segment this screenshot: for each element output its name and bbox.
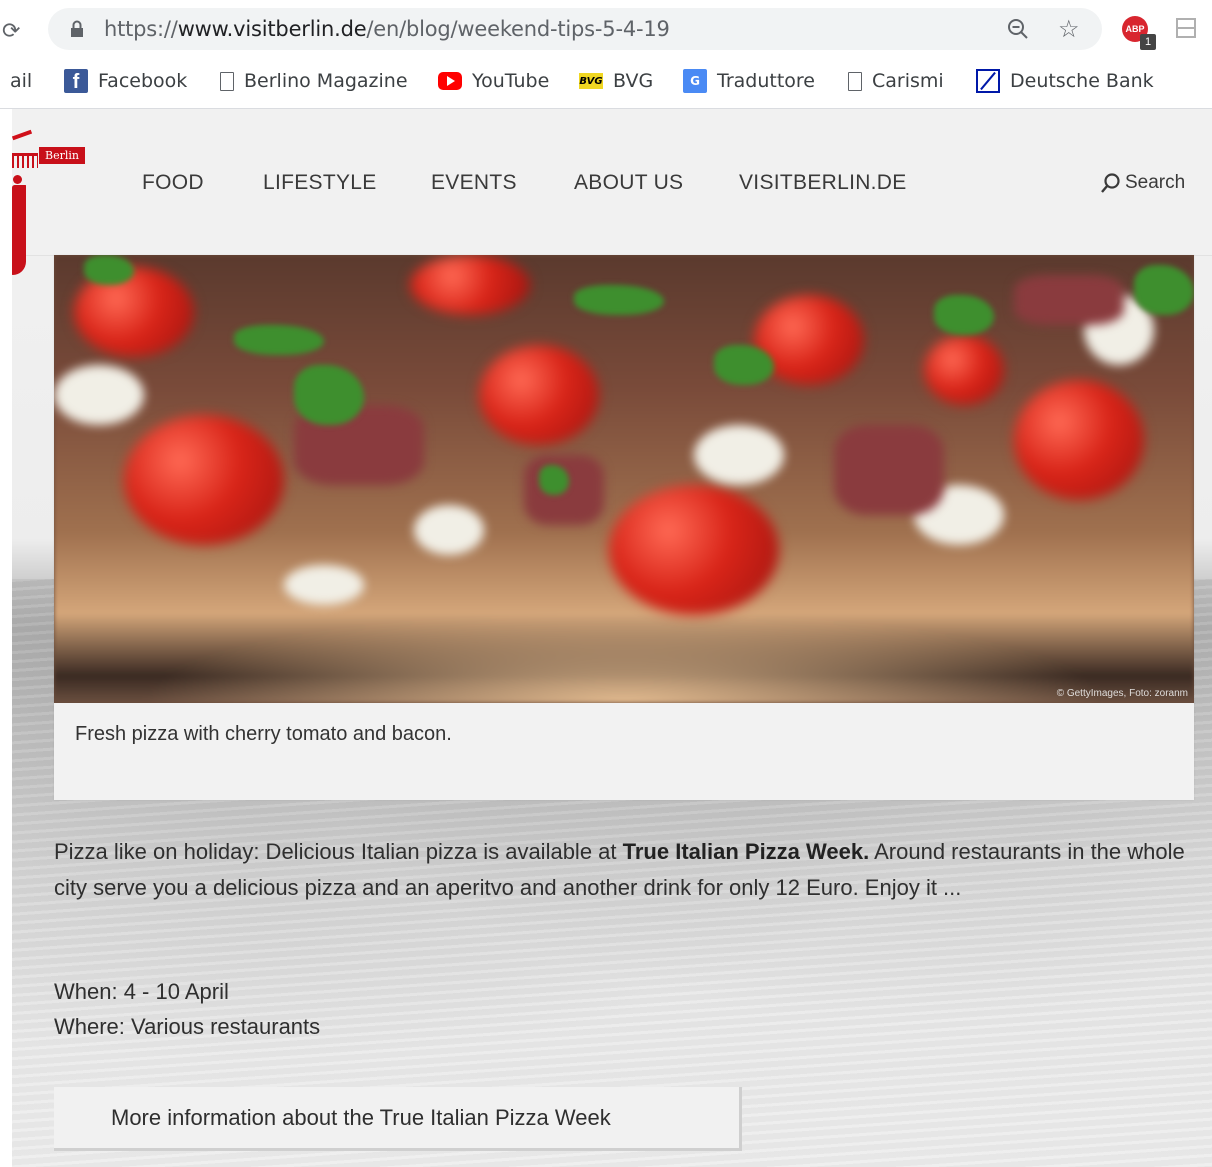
- page-content: Berlin FOOD LIFESTYLE EVENTS ABOUT US VI…: [12, 109, 1212, 1167]
- image-credit: © GettyImages, Foto: zoranm: [1056, 688, 1188, 699]
- event-where: Where: Various restaurants: [54, 1014, 321, 1039]
- url-host: www.visitberlin.de: [177, 17, 367, 41]
- more-info-button[interactable]: More information about the True Italian …: [54, 1087, 742, 1151]
- extension-icon[interactable]: [1176, 18, 1196, 38]
- adblock-count-badge: 1: [1140, 34, 1156, 50]
- bvg-icon: BVG: [579, 73, 603, 89]
- nav-events[interactable]: EVENTS: [431, 171, 517, 195]
- bookmark-deutsche-bank[interactable]: Deutsche Bank: [976, 58, 1154, 104]
- bookmark-label: Berlino Magazine: [244, 70, 408, 92]
- bookmark-berlino-magazine[interactable]: Berlino Magazine: [220, 58, 408, 104]
- google-translate-icon: G: [683, 69, 707, 93]
- bookmark-label: Traduttore: [717, 70, 815, 92]
- zoom-out-icon[interactable]: [1006, 17, 1030, 41]
- hero-image-card: © GettyImages, Foto: zoranm Fresh pizza …: [54, 255, 1194, 800]
- nav-food[interactable]: FOOD: [142, 171, 204, 195]
- search-label: Search: [1125, 172, 1186, 193]
- url-scheme: https://: [104, 17, 178, 41]
- bookmark-label: Facebook: [98, 70, 188, 92]
- bookmark-traduttore[interactable]: G Traduttore: [683, 58, 815, 104]
- reload-icon[interactable]: ⟳: [2, 18, 20, 44]
- bookmarks-bar: ail f Facebook Berlino Magazine YouTube …: [0, 58, 1212, 109]
- bookmark-facebook[interactable]: f Facebook: [64, 58, 187, 104]
- bookmark-label: Carismi: [872, 70, 944, 92]
- url-path: /en/blog/weekend-tips-5-4-19: [366, 17, 670, 41]
- url-text[interactable]: https://www.visitberlin.de/en/blog/weeke…: [104, 17, 670, 41]
- bookmark-youtube[interactable]: YouTube: [438, 58, 549, 104]
- nav-lifestyle[interactable]: LIFESTYLE: [263, 171, 377, 195]
- logo-badge: Berlin: [39, 147, 85, 164]
- search-button[interactable]: Search: [1100, 172, 1185, 194]
- logo-figure: [12, 185, 26, 275]
- event-when: When: 4 - 10 April: [54, 979, 229, 1004]
- pizza-photo: © GettyImages, Foto: zoranm: [54, 255, 1194, 703]
- page-icon: [848, 71, 862, 91]
- bookmark-label: BVG: [613, 70, 654, 92]
- event-name: True Italian Pizza Week.: [622, 839, 870, 864]
- facebook-icon: f: [64, 69, 88, 93]
- nav-about-us[interactable]: ABOUT US: [574, 171, 683, 195]
- brandenburg-gate-icon: [12, 153, 38, 168]
- visitberlin-logo[interactable]: Berlin: [12, 123, 92, 275]
- intro-text: Pizza like on holiday: Delicious Italian…: [54, 839, 623, 864]
- bookmark-carismi[interactable]: Carismi: [848, 58, 944, 104]
- bookmark-label: Deutsche Bank: [1010, 70, 1154, 92]
- adblock-label: ABP: [1125, 24, 1145, 34]
- youtube-icon: [438, 72, 462, 90]
- logo-flag: [12, 129, 33, 141]
- search-icon: [1101, 173, 1120, 193]
- site-header: Berlin FOOD LIFESTYLE EVENTS ABOUT US VI…: [12, 109, 1212, 275]
- logo-dot: [13, 175, 22, 184]
- bookmark-label: YouTube: [472, 70, 550, 92]
- article-intro: Pizza like on holiday: Delicious Italian…: [54, 834, 1194, 906]
- browser-toolbar: ⟳ https://www.visitberlin.de/en/blog/wee…: [0, 0, 1212, 58]
- bookmark-label: ail: [10, 70, 33, 92]
- more-info-label: More information about the True Italian …: [111, 1104, 611, 1130]
- bookmark-star-icon[interactable]: ☆: [1058, 15, 1080, 44]
- bookmark-mail[interactable]: ail: [10, 58, 32, 104]
- bookmark-bvg[interactable]: BVG BVG: [579, 58, 653, 104]
- deutsche-bank-icon: [976, 69, 1000, 93]
- lock-icon: [71, 20, 83, 37]
- image-caption: Fresh pizza with cherry tomato and bacon…: [75, 723, 452, 745]
- nav-visitberlin[interactable]: VISITBERLIN.DE: [739, 171, 907, 195]
- page-icon: [220, 71, 234, 91]
